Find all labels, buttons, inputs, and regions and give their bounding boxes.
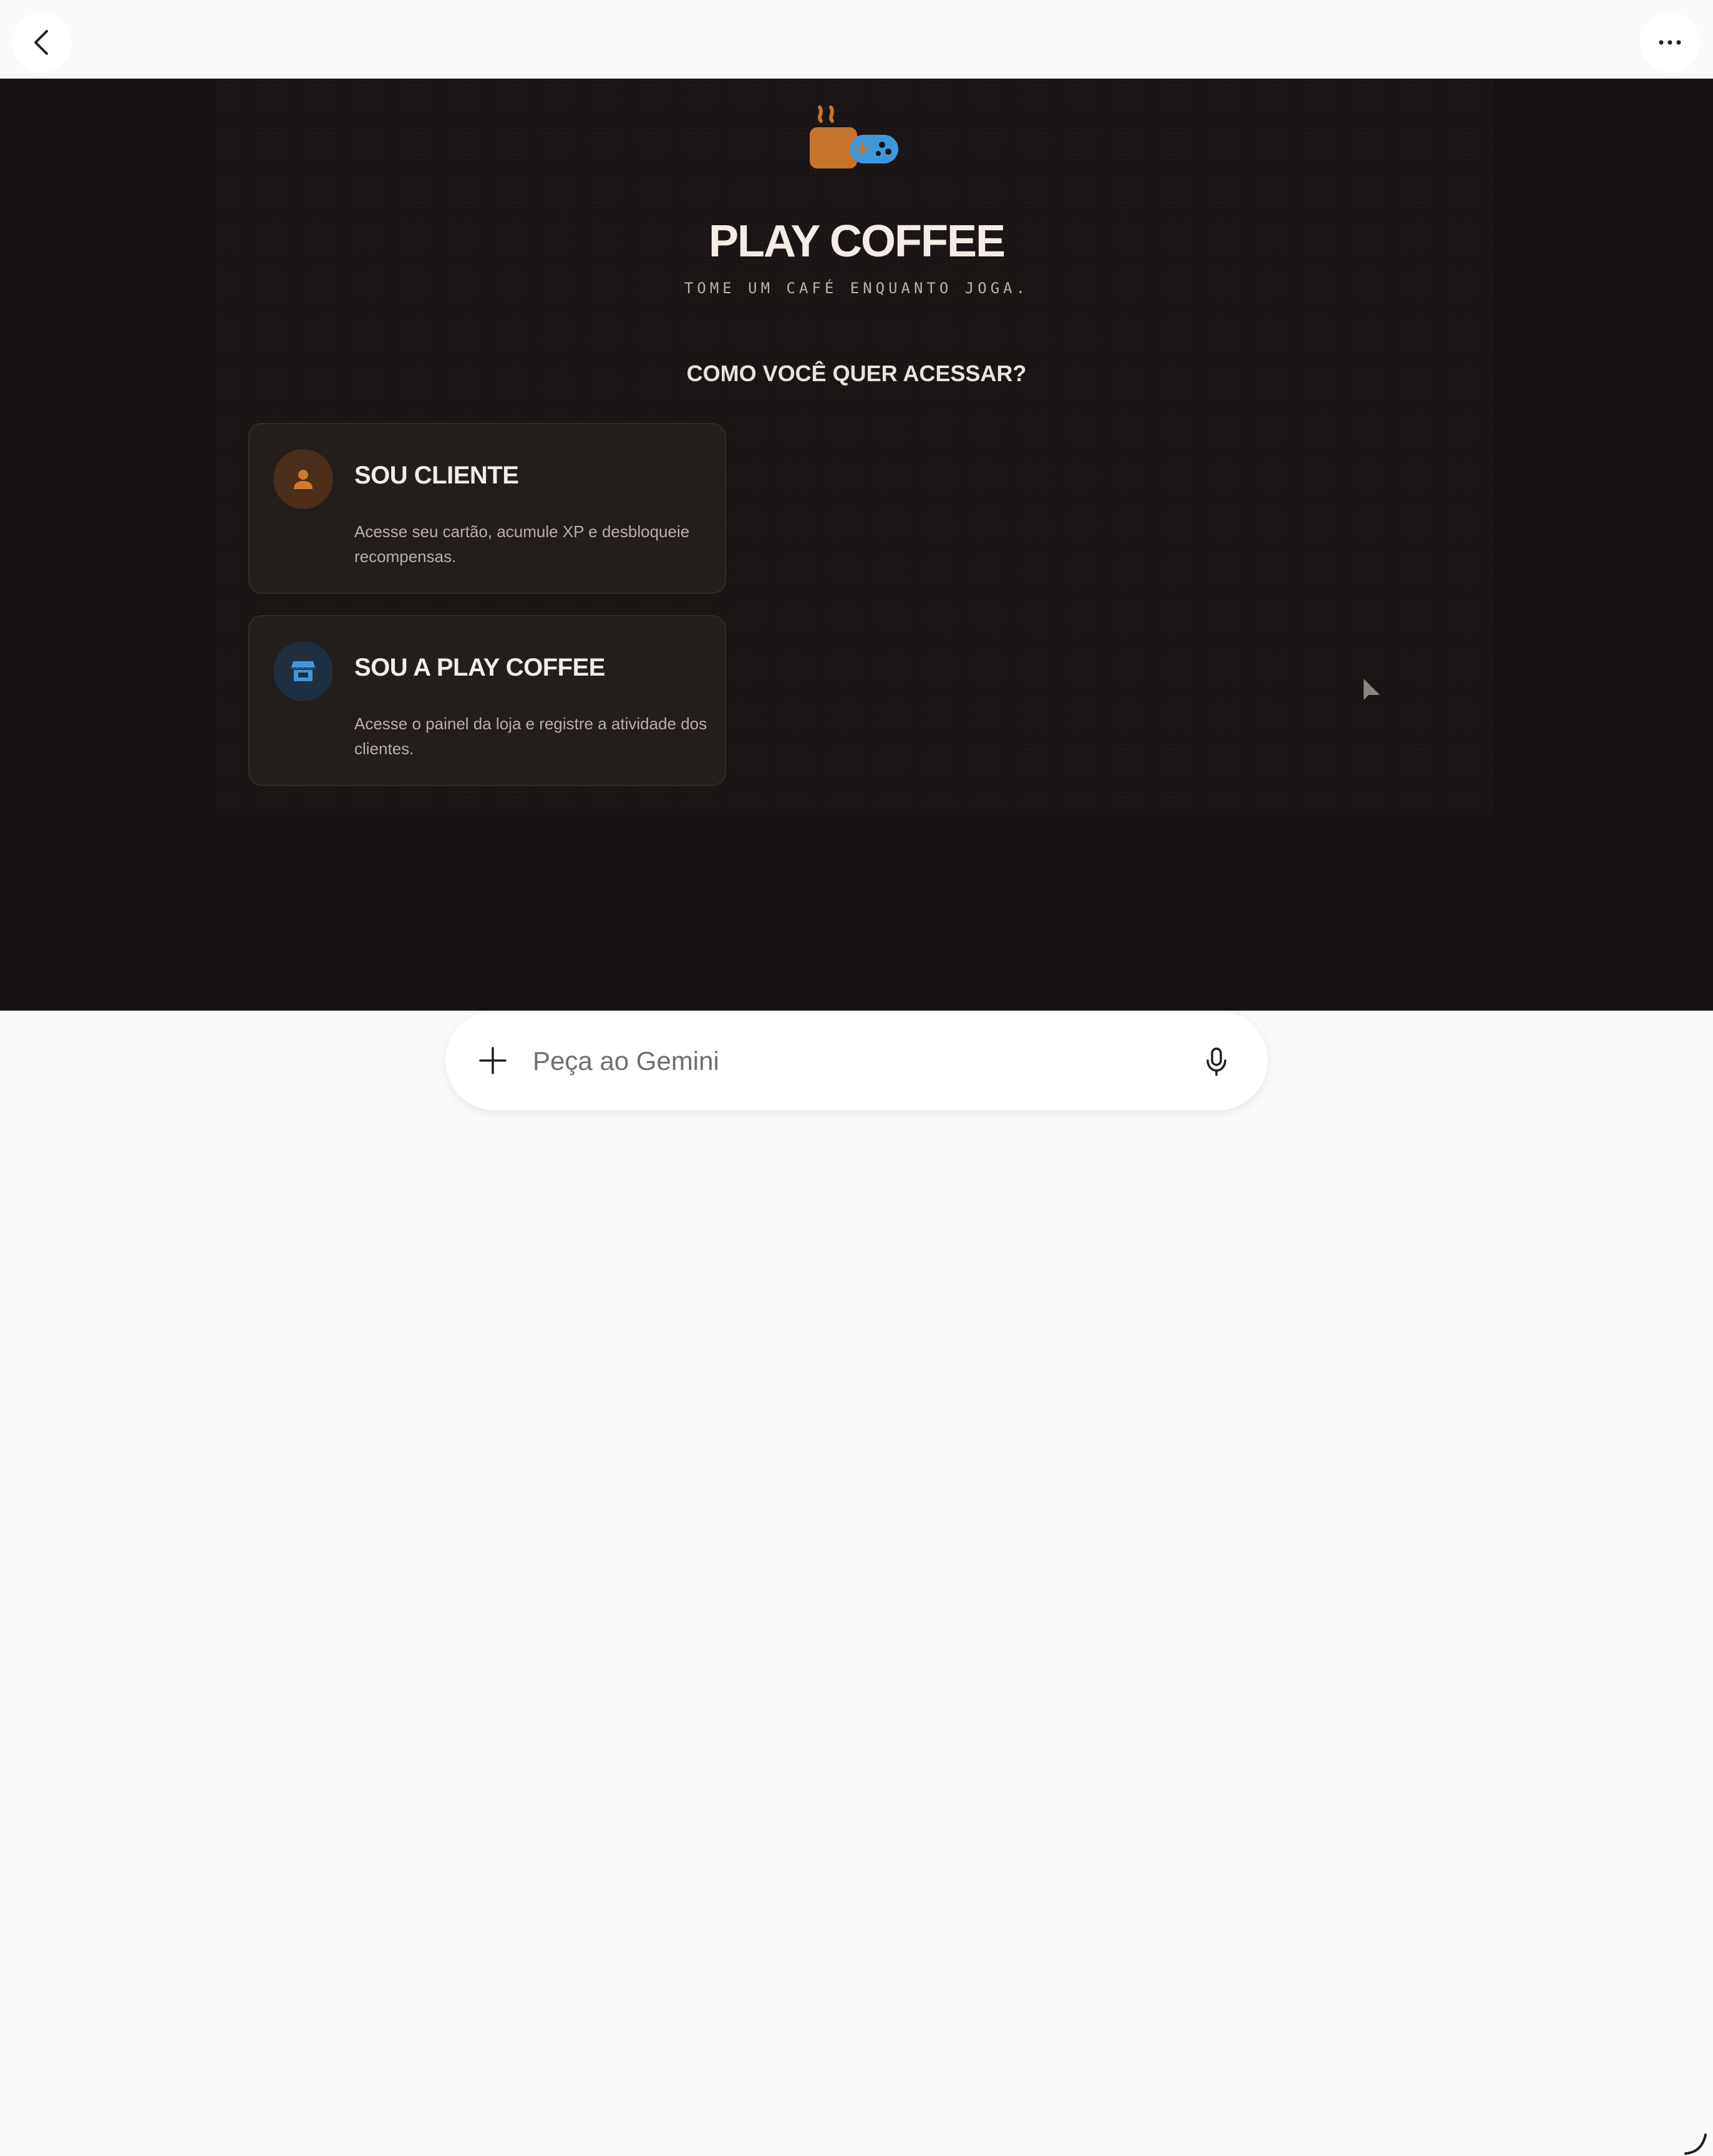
- client-badge: [273, 449, 333, 509]
- app-title: PLAY COFFEE: [708, 216, 1006, 266]
- prompt-input[interactable]: [533, 1039, 1169, 1083]
- store-access-card[interactable]: SOU A PLAY COFFEE Acesse o painel da loj…: [248, 615, 726, 786]
- store-badge: [273, 641, 333, 701]
- store-card-description: Acesse o painel da loja e registre a ati…: [354, 714, 707, 758]
- client-card-title: SOU CLIENTE: [354, 462, 519, 489]
- store-card-title: SOU A PLAY COFFEE: [354, 654, 605, 681]
- prompt-bar: [445, 1011, 1268, 1110]
- more-horizontal-icon: [1659, 40, 1681, 45]
- storefront-icon: [291, 661, 315, 681]
- app-tagline: TOME UM CAFÉ ENQUANTO JOGA.: [684, 279, 1029, 297]
- app-viewport: PLAY COFFEE TOME UM CAFÉ ENQUANTO JOGA. …: [0, 79, 1713, 1011]
- person-icon: [294, 470, 313, 489]
- coffee-gamepad-logo: [810, 105, 898, 168]
- top-bar: [0, 0, 1713, 79]
- more-options-button[interactable]: [1640, 12, 1700, 72]
- back-button[interactable]: [12, 12, 72, 72]
- access-question: COMO VOCÊ QUER ACESSAR?: [686, 361, 1027, 386]
- client-access-card[interactable]: SOU CLIENTE Acesse seu cartão, acumule X…: [248, 423, 726, 594]
- resize-handle-icon[interactable]: [1683, 2131, 1708, 2156]
- mouse-pointer-icon: [1364, 679, 1380, 700]
- chevron-left-icon: [34, 30, 48, 55]
- client-card-description: Acesse seu cartão, acumule XP e desbloqu…: [354, 522, 690, 566]
- bottom-bar: [0, 1011, 1713, 2155]
- plus-icon[interactable]: [478, 1046, 508, 1076]
- microphone-icon[interactable]: [1205, 1047, 1228, 1077]
